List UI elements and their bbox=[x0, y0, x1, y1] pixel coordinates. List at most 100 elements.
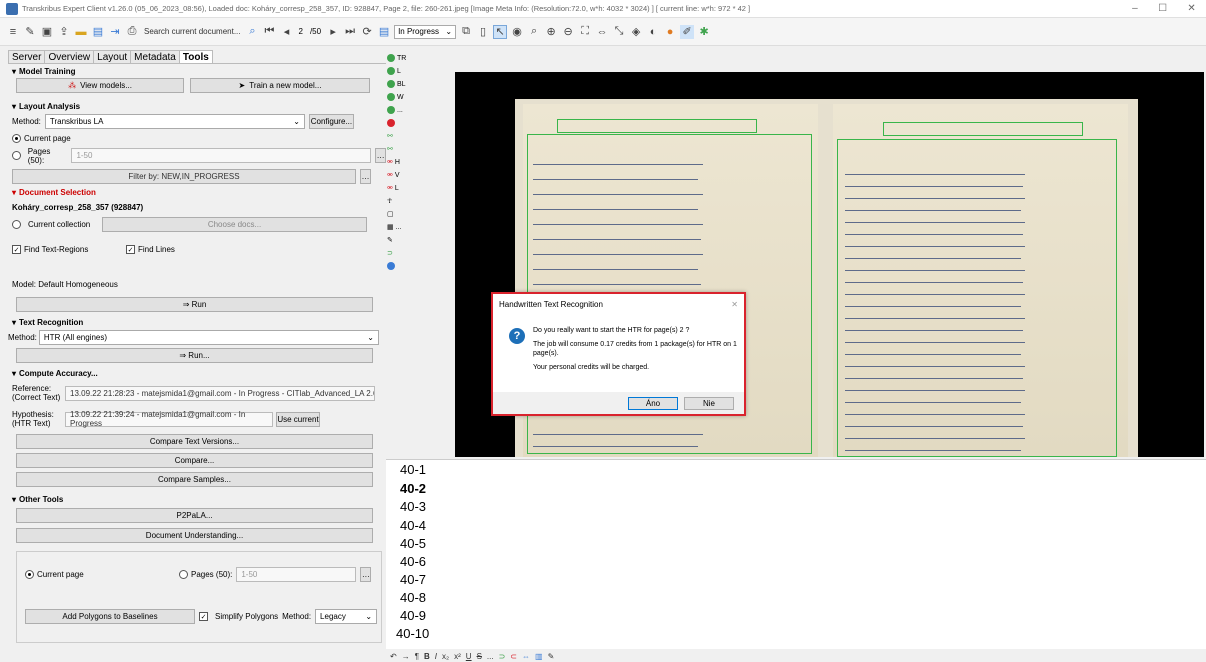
model-training-header[interactable]: ▾ Model Training bbox=[8, 64, 386, 78]
page-current[interactable]: 2 bbox=[297, 27, 305, 36]
menu-icon[interactable]: ≡ bbox=[6, 25, 20, 39]
choose-docs-button[interactable]: Choose docs... bbox=[102, 217, 367, 232]
doc-understanding-button[interactable]: Document Understanding... bbox=[16, 528, 373, 543]
line-label[interactable]: 40-7 bbox=[400, 572, 426, 587]
run-htr-button[interactable]: ⇒ Run... bbox=[16, 348, 373, 363]
add-more-tool[interactable]: ... bbox=[387, 104, 414, 116]
person-tool[interactable]: ☥ bbox=[387, 195, 414, 207]
configure-button[interactable]: Configure... bbox=[308, 114, 354, 129]
pages-radio[interactable] bbox=[12, 151, 21, 160]
merge-tool[interactable]: ⚯ bbox=[387, 130, 414, 142]
brush-icon[interactable]: ◐ bbox=[646, 25, 660, 39]
compare-button[interactable]: Compare... bbox=[16, 453, 373, 468]
search-label[interactable]: Search current document... bbox=[142, 27, 243, 36]
paragraph-icon[interactable]: ¶ bbox=[415, 652, 419, 661]
zoom-out-icon[interactable]: ⊖ bbox=[561, 25, 575, 39]
la-method-select[interactable]: Transkribus LA ⌄ bbox=[44, 114, 305, 129]
tab-metadata[interactable]: Metadata bbox=[130, 50, 180, 63]
strike-button[interactable]: S bbox=[477, 652, 482, 661]
export-icon[interactable]: ⇥ bbox=[108, 25, 122, 39]
comment-icon[interactable]: ⊂ bbox=[510, 652, 517, 661]
split-tool[interactable]: ⚯ bbox=[387, 143, 414, 155]
line-label[interactable]: 40-4 bbox=[400, 518, 426, 533]
close-button[interactable]: ✕ bbox=[1187, 3, 1195, 14]
train-model-button[interactable]: ➤ Train a new model... bbox=[190, 78, 370, 93]
eye-icon[interactable]: ◉ bbox=[510, 25, 524, 39]
reference-field[interactable]: 13.09.22 21:28:23 - matejsmida1@gmail.co… bbox=[65, 385, 375, 401]
fit-width-icon[interactable]: ⇔ bbox=[595, 25, 609, 39]
compare-samples-button[interactable]: Compare Samples... bbox=[16, 472, 373, 487]
other-pages-radio[interactable] bbox=[179, 570, 188, 579]
upload-icon[interactable]: ⇪ bbox=[57, 25, 71, 39]
tag-icon[interactable]: ⊃ bbox=[499, 652, 506, 661]
bold-button[interactable]: B bbox=[424, 652, 430, 661]
remove-tool[interactable] bbox=[387, 117, 414, 129]
print-icon[interactable]: ⎙ bbox=[125, 25, 139, 39]
find-lines-checkbox[interactable]: ✓ bbox=[126, 245, 135, 254]
pen-tool[interactable]: ✎ bbox=[387, 234, 414, 246]
first-page-icon[interactable]: ⏮ bbox=[263, 25, 277, 39]
simplify-checkbox[interactable]: ✓ bbox=[199, 612, 208, 621]
hypothesis-field[interactable]: 13.09.22 21:39:24 - matejsmida1@gmail.co… bbox=[65, 410, 273, 428]
layers-icon[interactable]: ◈ bbox=[629, 25, 643, 39]
help-tool[interactable] bbox=[387, 260, 414, 272]
line-label[interactable]: 40-1 bbox=[400, 462, 426, 477]
more-button[interactable]: ... bbox=[487, 652, 494, 661]
color-icon[interactable]: ● bbox=[663, 25, 677, 39]
pencil-icon[interactable]: ✎ bbox=[548, 652, 555, 661]
filter-options-button[interactable]: … bbox=[360, 169, 371, 184]
other-pages-picker-button[interactable]: … bbox=[360, 567, 372, 582]
add-l-tool[interactable]: L bbox=[387, 65, 414, 77]
server-icon[interactable]: ▣ bbox=[40, 25, 54, 39]
status-select[interactable]: In Progress ⌄ bbox=[394, 24, 457, 39]
other-pages-field[interactable]: 1-50 bbox=[236, 567, 357, 582]
maximize-button[interactable]: ☐ bbox=[1158, 3, 1167, 14]
tab-overview[interactable]: Overview bbox=[44, 50, 95, 63]
polygon-method-select[interactable]: Legacy ⌄ bbox=[315, 609, 378, 624]
tab-layout[interactable]: Layout bbox=[93, 50, 132, 63]
indent-icon[interactable]: → bbox=[402, 652, 410, 661]
line-label[interactable]: 40-3 bbox=[400, 499, 426, 514]
zoom-reset-icon[interactable]: ⌕ bbox=[527, 25, 541, 39]
pages-field[interactable]: 1-50 bbox=[71, 148, 372, 163]
refresh-icon[interactable]: ⟳ bbox=[360, 25, 374, 39]
tab-tools[interactable]: Tools bbox=[178, 50, 213, 63]
run-la-button[interactable]: ⇒ Run bbox=[16, 297, 373, 312]
pages-picker-button[interactable]: … bbox=[375, 148, 386, 163]
text-recognition-header[interactable]: ▾ Text Recognition bbox=[8, 315, 386, 329]
table-tool[interactable]: ▦... bbox=[387, 221, 414, 233]
last-page-icon[interactable]: ⏭ bbox=[343, 25, 357, 39]
compare-text-versions-button[interactable]: Compare Text Versions... bbox=[16, 434, 373, 449]
use-current-button[interactable]: Use current bbox=[276, 411, 320, 427]
transcription-pane[interactable]: 40-1 40-2 40-3 40-4 40-5 40-6 40-7 40-8 … bbox=[386, 459, 1206, 649]
current-page-radio[interactable] bbox=[12, 134, 21, 143]
htr-method-select[interactable]: HTR (All engines) ⌄ bbox=[38, 330, 379, 345]
doc-selection-header[interactable]: ▾ Document Selection bbox=[8, 185, 386, 199]
minimize-button[interactable]: – bbox=[1132, 3, 1138, 14]
italic-button[interactable]: I bbox=[435, 652, 437, 661]
line-label[interactable]: 40-10 bbox=[396, 626, 429, 641]
no-button[interactable]: Nie bbox=[684, 396, 734, 410]
add-w-tool[interactable]: W bbox=[387, 91, 414, 103]
prev-page-icon[interactable]: ◂ bbox=[280, 25, 294, 39]
undo-icon[interactable]: ↶ bbox=[390, 652, 397, 661]
line-label-current[interactable]: 40-2 bbox=[400, 481, 426, 496]
p2pala-button[interactable]: P2PaLA... bbox=[16, 508, 373, 523]
add-polygons-button[interactable]: Add Polygons to Baselines bbox=[25, 609, 195, 624]
subscript-button[interactable]: x₂ bbox=[442, 652, 449, 661]
fit-icon[interactable]: ⛶ bbox=[578, 25, 592, 39]
next-page-icon[interactable]: ▸ bbox=[326, 25, 340, 39]
line-label[interactable]: 40-9 bbox=[400, 608, 426, 623]
zoom-in-icon[interactable]: ⊕ bbox=[544, 25, 558, 39]
folder-icon[interactable]: ▬ bbox=[74, 25, 88, 39]
settings-icon[interactable]: ✱ bbox=[697, 25, 711, 39]
fit-height-icon[interactable]: ⤡ bbox=[612, 25, 626, 39]
doc-icon[interactable]: ▯ bbox=[476, 25, 490, 39]
split-l-tool[interactable]: ⚮ L bbox=[387, 182, 414, 194]
superscript-button[interactable]: x² bbox=[454, 652, 461, 661]
save-icon[interactable]: ▤ bbox=[91, 25, 105, 39]
cursor-icon[interactable]: ↖ bbox=[493, 24, 508, 39]
dialog-close-icon[interactable]: ✕ bbox=[731, 300, 738, 309]
line-label[interactable]: 40-6 bbox=[400, 554, 426, 569]
split-v-tool[interactable]: ⚮ V bbox=[387, 169, 414, 181]
